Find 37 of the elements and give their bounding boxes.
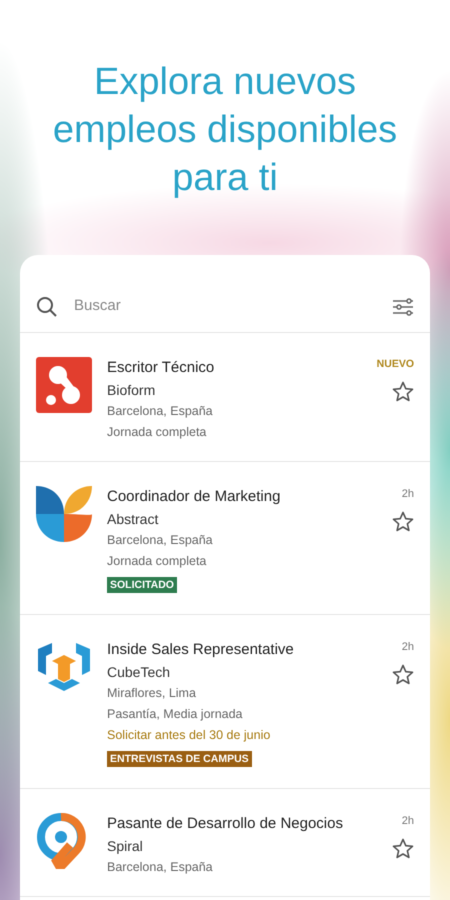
posted-time: 2h	[402, 487, 414, 502]
company-name: Bioform	[107, 381, 156, 400]
job-title: Coordinador de Marketing	[107, 487, 282, 507]
company-logo	[36, 486, 92, 542]
status-tag: ENTREVISTAS DE CAMPUS	[107, 751, 252, 767]
job-list-item[interactable]: Inside Sales Representative CubeTech Miraflores, Lima Pasantía, Media jornada Solicitar antes del 30 de junio ENTREVISTAS DE CAMPUS 2h	[20, 615, 430, 789]
filter-icon[interactable]	[392, 296, 414, 316]
job-location: Miraflores, Lima	[107, 685, 197, 702]
job-list-item[interactable]: Pasante de Desarrollo de Negocios Spiral Barcelona, España 2h	[20, 789, 430, 897]
posted-time: 2h	[402, 814, 414, 829]
job-type: Jornada completa	[107, 553, 208, 570]
company-name: Abstract	[107, 510, 160, 529]
job-title: Inside Sales Representative	[107, 640, 295, 660]
company-logo	[36, 357, 92, 413]
job-type: Jornada completa	[107, 424, 208, 441]
company-name: Spiral	[107, 837, 144, 856]
star-icon[interactable]	[392, 510, 414, 532]
job-location: Barcelona, España	[107, 859, 214, 876]
job-list-item[interactable]: Escritor Técnico Bioform Barcelona, España Jornada completa NUEVO	[20, 333, 430, 462]
new-label: NUEVO	[376, 357, 414, 372]
job-list-item[interactable]: Coordinador de Marketing Abstract Barcelona, España Jornada completa SOLICITADO 2h	[20, 462, 430, 615]
company-name: CubeTech	[107, 663, 172, 682]
job-type: Pasantía, Media jornada	[107, 706, 244, 723]
status-tag: SOLICITADO	[107, 577, 177, 593]
star-icon[interactable]	[392, 380, 414, 402]
job-title: Escritor Técnico	[107, 358, 216, 378]
application-deadline: Solicitar antes del 30 de junio	[107, 727, 272, 744]
headline: Explora nuevos empleos disponibles para ti	[52, 60, 398, 201]
search-field[interactable]: Buscar	[72, 294, 392, 319]
star-icon[interactable]	[392, 664, 414, 684]
job-location: Barcelona, España	[107, 532, 214, 549]
job-location: Barcelona, España	[107, 403, 214, 420]
company-logo	[36, 813, 86, 869]
search-icon[interactable]	[36, 296, 58, 318]
posted-time: 2h	[402, 640, 414, 655]
star-icon[interactable]	[392, 838, 414, 858]
job-title: Pasante de Desarrollo de Negocios	[107, 814, 344, 834]
